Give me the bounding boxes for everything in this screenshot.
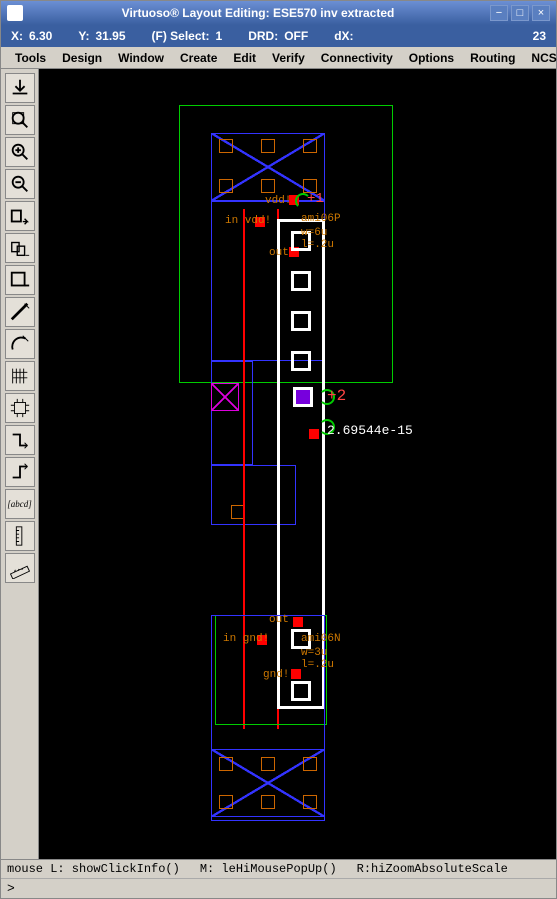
label-out-top: out — [269, 247, 289, 259]
dx-label: dX: — [334, 29, 353, 43]
label-plus1: +1 — [307, 191, 324, 207]
layout-canvas[interactable]: +1 vdd! in vdd! ami06P w=6u l=.2u out +2… — [39, 69, 556, 859]
select-value: 1 — [216, 29, 223, 43]
drd-label: DRD: — [248, 29, 278, 43]
menu-edit[interactable]: Edit — [225, 49, 264, 67]
label-out-bot: out — [269, 614, 289, 626]
cap-x — [211, 383, 239, 411]
select-label: (F) Select: — [152, 29, 210, 43]
label-cap-val: 2.69544e-15 — [327, 423, 413, 438]
label-plus2: +2 — [327, 387, 346, 405]
label-w3u: w=3u — [301, 647, 327, 659]
minimize-button[interactable]: − — [490, 5, 508, 21]
wire-down-icon[interactable] — [5, 425, 35, 455]
label-in-top: in vdd! — [225, 215, 271, 227]
contact — [261, 179, 275, 193]
x-value: 6.30 — [29, 29, 52, 43]
command-prompt[interactable]: > — [1, 878, 556, 898]
app-icon — [7, 5, 23, 21]
mouse-hint-bar: mouse L: showClickInfo() M: leHiMousePop… — [1, 859, 556, 878]
mouse-r-hint: R:hiZoomAbsoluteScale — [357, 862, 508, 876]
ruler-icon[interactable] — [5, 553, 35, 583]
menu-verify[interactable]: Verify — [264, 49, 313, 67]
stretch-icon[interactable] — [5, 201, 35, 231]
menu-create[interactable]: Create — [172, 49, 225, 67]
drd-value: OFF — [284, 29, 308, 43]
menubar: Tools Design Window Create Edit Verify C… — [1, 47, 556, 69]
via — [291, 311, 311, 331]
contact — [303, 139, 317, 153]
contact — [219, 139, 233, 153]
status-right-num: 23 — [533, 29, 546, 43]
menu-options[interactable]: Options — [401, 49, 462, 67]
prompt-text: > — [7, 881, 15, 896]
x-label: X: — [11, 29, 23, 43]
wire-up-icon[interactable] — [5, 457, 35, 487]
zoom-in-icon[interactable] — [5, 137, 35, 167]
menu-window[interactable]: Window — [110, 49, 172, 67]
contact — [219, 179, 233, 193]
label-l2u-bot: l=.2u — [301, 659, 334, 671]
menu-design[interactable]: Design — [54, 49, 110, 67]
y-value: 31.95 — [95, 29, 125, 43]
label-ami06n: ami06N — [301, 633, 341, 645]
path-icon[interactable] — [5, 297, 35, 327]
contact — [261, 139, 275, 153]
maximize-button[interactable]: □ — [511, 5, 529, 21]
blue-ext — [211, 361, 253, 465]
via — [291, 351, 311, 371]
y-label: Y: — [78, 29, 89, 43]
window-title: Virtuoso® Layout Editing: ESE570 inv ext… — [29, 6, 487, 20]
copy-icon[interactable] — [5, 233, 35, 263]
titlebar: Virtuoso® Layout Editing: ESE570 inv ext… — [1, 1, 556, 25]
close-button[interactable]: × — [532, 5, 550, 21]
label-in-bot: in gnd! — [223, 633, 269, 645]
left-toolbar: [abcd] — [1, 69, 39, 859]
label-gnd: gnd! — [263, 669, 289, 681]
save-icon[interactable] — [5, 73, 35, 103]
menu-connectivity[interactable]: Connectivity — [313, 49, 401, 67]
label-ami06p: ami06P — [301, 213, 341, 225]
ruler-v-icon[interactable] — [5, 521, 35, 551]
pattern-icon[interactable] — [5, 361, 35, 391]
label-l2u-top: l=.2u — [301, 239, 334, 251]
bot-blue-tall — [211, 615, 325, 821]
arc-icon[interactable] — [5, 329, 35, 359]
mouse-m-hint: M: leHiMousePopUp() — [200, 862, 337, 876]
device-icon[interactable] — [5, 393, 35, 423]
app-window: Virtuoso® Layout Editing: ESE570 inv ext… — [0, 0, 557, 899]
menu-routing[interactable]: Routing — [462, 49, 523, 67]
abcd-icon[interactable]: [abcd] — [5, 489, 35, 519]
via — [291, 271, 311, 291]
menu-ncsu[interactable]: NCSU — [523, 49, 557, 67]
zoom-out-icon[interactable] — [5, 169, 35, 199]
label-w6u: w=6u — [301, 227, 327, 239]
fit-icon[interactable] — [5, 105, 35, 135]
menu-tools[interactable]: Tools — [7, 49, 54, 67]
layer-icon[interactable] — [5, 265, 35, 295]
label-vdd: vdd! — [265, 195, 291, 207]
status-bar: X: 6.30 Y: 31.95 (F) Select: 1 DRD: OFF … — [1, 25, 556, 47]
mouse-l-hint: mouse L: showClickInfo() — [7, 862, 180, 876]
via-purple — [293, 387, 313, 407]
workarea: [abcd] — [1, 69, 556, 859]
